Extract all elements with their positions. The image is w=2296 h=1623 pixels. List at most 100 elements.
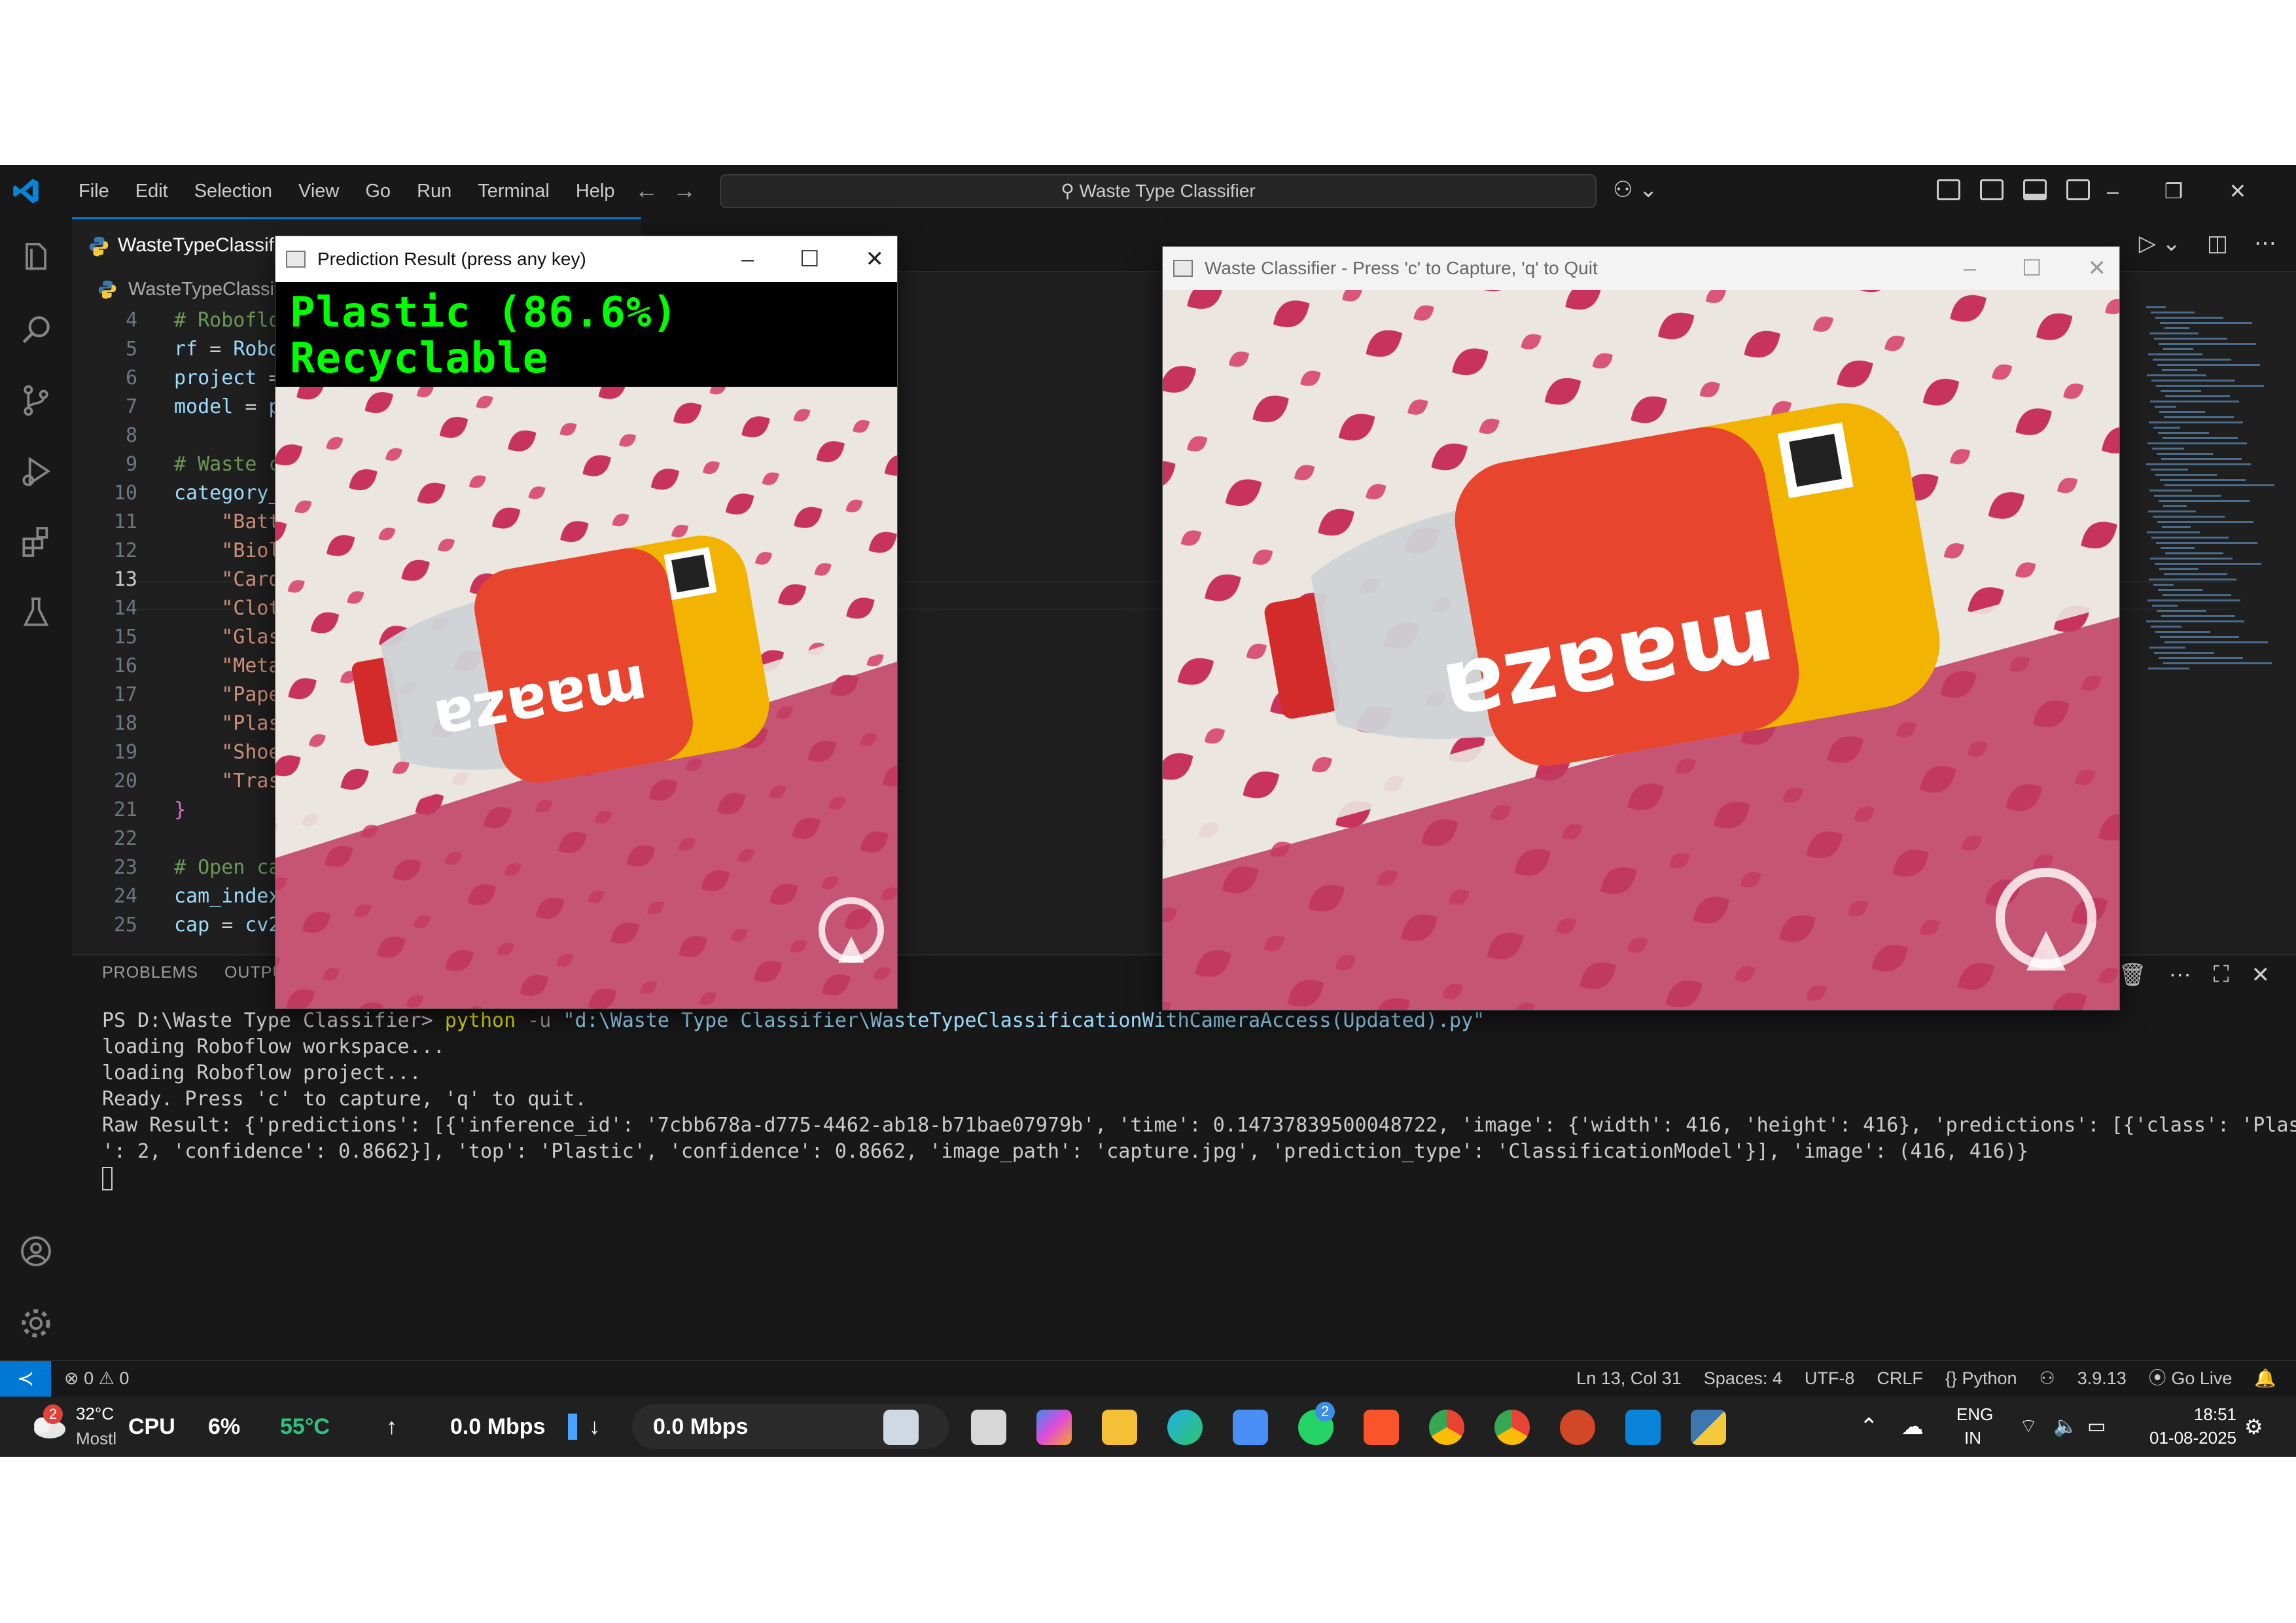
file-explorer-icon[interactable] [1102, 1410, 1137, 1445]
source-control-icon[interactable] [16, 381, 56, 420]
close-icon[interactable]: ✕ [866, 236, 885, 282]
minimap-line [2164, 416, 2234, 418]
notification-center-icon[interactable]: ⚙ [2244, 1397, 2263, 1457]
close-panel-icon[interactable]: ✕ [2252, 962, 2270, 988]
copilot-app-icon[interactable] [1036, 1410, 1072, 1445]
battery-icon[interactable]: ▭ [2087, 1397, 2106, 1457]
trash-icon[interactable]: 🗑 [2119, 962, 2147, 988]
title-bar: File Edit Selection View Go Run Terminal… [0, 165, 2296, 217]
line-number: 24 [113, 885, 137, 908]
minimize-icon[interactable]: – [2107, 179, 2119, 204]
minimap-line [2157, 453, 2213, 455]
python-version[interactable]: 3.9.13 [2077, 1361, 2127, 1395]
command-center-search[interactable]: ⚲ Waste Type Classifier [720, 174, 1597, 208]
brave-browser-icon[interactable] [1364, 1410, 1399, 1445]
notifications-bell-icon[interactable]: 🔔 [2254, 1361, 2276, 1395]
python-taskbar-icon[interactable] [1691, 1410, 1726, 1445]
close-icon[interactable]: ✕ [2229, 179, 2246, 204]
minimap-line [2164, 573, 2227, 575]
cursor-position[interactable]: Ln 13, Col 31 [1576, 1361, 1682, 1395]
maximize-icon[interactable]: ☐ [2022, 247, 2041, 290]
copilot-status-icon[interactable]: ⚇ [2040, 1361, 2055, 1395]
task-view-icon[interactable] [971, 1410, 1006, 1445]
minimize-icon[interactable]: – [741, 236, 754, 282]
search-sidebar-icon[interactable] [16, 310, 56, 349]
classifier-window-controls: – ☐ ✕ [1964, 247, 2106, 290]
edge-browser-icon[interactable] [1167, 1410, 1203, 1445]
run-file-icon[interactable]: ▷ ⌄ [2139, 230, 2181, 257]
extensions-icon[interactable] [16, 522, 56, 562]
copilot-icon[interactable]: ⚇ ⌄ [1613, 177, 1657, 203]
customize-layout-icon[interactable] [1937, 179, 1960, 200]
settings-gear-icon[interactable] [16, 1304, 56, 1343]
menu-file[interactable]: File [65, 165, 122, 217]
menu-edit[interactable]: Edit [122, 165, 181, 217]
clock-time[interactable]: 18:51 [2171, 1403, 2236, 1425]
code-token: cam_index [174, 885, 281, 908]
maximize-panel-icon[interactable]: ⛶ [2214, 962, 2229, 988]
line-number: 9 [125, 453, 137, 476]
maximize-icon[interactable]: ☐ [800, 236, 819, 282]
language-mode[interactable]: {} Python [1945, 1361, 2017, 1395]
net-up: 0.0 Mbps [450, 1414, 546, 1439]
microsoft-store-icon[interactable] [1233, 1410, 1268, 1445]
vscode-taskbar-icon[interactable] [1625, 1410, 1661, 1445]
chrome-icon[interactable] [1429, 1410, 1464, 1445]
line-ending[interactable]: CRLF [1877, 1361, 1923, 1395]
show-hidden-icons-chevron-icon[interactable]: ⌃ [1860, 1397, 1879, 1457]
encoding[interactable]: UTF-8 [1805, 1361, 1855, 1395]
onedrive-cloud-icon[interactable]: ☁ [1901, 1397, 1924, 1457]
menu-go[interactable]: Go [352, 165, 404, 217]
go-live[interactable]: ⦿ Go Live [2149, 1361, 2233, 1395]
explorer-icon[interactable] [16, 238, 56, 277]
menu-terminal[interactable]: Terminal [465, 165, 563, 217]
wifi-icon[interactable]: ⌔ [2019, 1397, 2038, 1457]
testing-flask-icon[interactable] [16, 593, 56, 632]
vscode-logo-icon[interactable] [12, 177, 41, 205]
more-actions-icon[interactable]: ⋯ [2254, 230, 2276, 257]
run-debug-icon[interactable] [16, 452, 56, 491]
download-arrow-icon: ↓ [589, 1414, 600, 1439]
menu-selection[interactable]: Selection [181, 165, 285, 217]
remote-indicator-icon[interactable]: ≺ [0, 1361, 51, 1397]
laptop-widget-icon[interactable] [883, 1410, 919, 1445]
minimize-icon[interactable]: – [1964, 247, 1976, 290]
weather-temp[interactable]: 32°C [76, 1402, 114, 1425]
toggle-secondary-sidebar-icon[interactable] [2066, 179, 2090, 200]
line-number: 5 [125, 338, 137, 361]
toggle-primary-sidebar-icon[interactable] [1980, 179, 2004, 200]
close-icon[interactable]: ✕ [2088, 247, 2107, 290]
code-token: "Meta [221, 654, 281, 677]
forward-arrow-icon[interactable]: → [673, 177, 711, 204]
split-editor-icon[interactable]: ◫ [2207, 230, 2228, 257]
classifier-window-titlebar[interactable]: Waste Classifier - Press 'c' to Capture,… [1163, 247, 2119, 290]
prediction-window-titlebar[interactable]: Prediction Result (press any key) – ☐ ✕ [275, 236, 897, 282]
toggle-panel-icon[interactable] [2023, 179, 2047, 200]
chrome-profile-icon[interactable] [1494, 1410, 1530, 1445]
prediction-result-window[interactable]: Prediction Result (press any key) – ☐ ✕ … [275, 236, 898, 1009]
accounts-icon[interactable] [16, 1232, 56, 1271]
powerpoint-icon[interactable] [1560, 1410, 1595, 1445]
python-file-icon [89, 236, 109, 257]
back-arrow-icon[interactable]: ← [635, 177, 673, 204]
minimap-line [2161, 390, 2201, 392]
panel-tabs: PROBLEMS OUTPUT [102, 963, 296, 982]
indentation[interactable]: Spaces: 4 [1704, 1361, 1782, 1395]
restore-icon[interactable]: ❐ [2164, 179, 2183, 204]
terminal-output[interactable]: PS D:\Waste Type Classifier> python -u "… [102, 1008, 2296, 1191]
waste-classifier-window[interactable]: Waste Classifier - Press 'c' to Capture,… [1162, 246, 2120, 1010]
terminal-prompt: PS D:\Waste Type Classifier> [102, 1009, 445, 1032]
line-number: 8 [125, 424, 137, 447]
minimap[interactable] [2140, 306, 2277, 764]
opencv-window-icon [286, 251, 306, 268]
line-number: 6 [125, 366, 137, 389]
tab-problems[interactable]: PROBLEMS [102, 963, 198, 982]
menu-help[interactable]: Help [563, 165, 628, 217]
menu-run[interactable]: Run [404, 165, 465, 217]
lang-top[interactable]: ENG [1956, 1403, 1993, 1425]
more-icon[interactable]: ⋯ [2169, 962, 2191, 988]
problems-status[interactable]: ⊗ 0 ⚠ 0 [64, 1361, 129, 1395]
menu-view[interactable]: View [285, 165, 352, 217]
breadcrumb-file[interactable]: WasteTypeClassit [128, 279, 279, 300]
volume-icon[interactable]: 🔈 [2053, 1397, 2077, 1457]
